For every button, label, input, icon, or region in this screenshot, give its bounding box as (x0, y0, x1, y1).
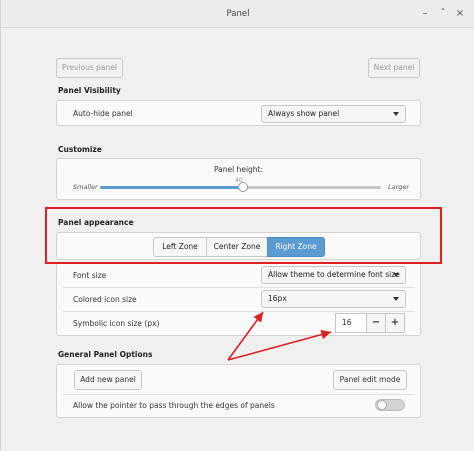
smaller-label: Smaller (73, 183, 98, 191)
toggle-knob (377, 400, 387, 410)
appearance-options-frame: Font size Allow theme to determine font … (56, 262, 421, 336)
colored-icon-size-value: 16px (268, 294, 287, 303)
increment-button[interactable]: + (385, 313, 405, 333)
next-panel-button[interactable]: Next panel (368, 58, 420, 78)
colored-icon-size-label: Colored icon size (73, 295, 137, 304)
panel-height-slider-fill (100, 186, 243, 189)
decrement-button[interactable]: − (366, 313, 386, 333)
autohide-label: Auto-hide panel (73, 109, 133, 118)
pointer-pass-toggle[interactable] (375, 399, 405, 411)
panel-edit-mode-button[interactable]: Panel edit mode (333, 370, 407, 390)
panel-height-label: Panel height: (213, 165, 264, 174)
titlebar: Panel – ˆ × (1, 0, 474, 28)
minimize-icon[interactable]: – (419, 8, 431, 20)
divider (63, 287, 415, 288)
larger-label: Larger (388, 183, 410, 191)
chevron-down-icon (393, 273, 399, 277)
panel-height-slider-handle[interactable] (238, 182, 248, 192)
close-icon[interactable]: × (454, 8, 466, 20)
pointer-pass-label: Allow the pointer to pass through the ed… (73, 401, 275, 410)
divider (63, 394, 415, 395)
autohide-value: Always show panel (268, 109, 340, 118)
annotation-highlight-box (45, 207, 442, 264)
customize-frame: Panel height: Smaller Larger 40 (56, 158, 421, 200)
font-size-value: Allow theme to determine font size (268, 270, 400, 279)
window-title: Panel (226, 9, 250, 19)
visibility-frame: Auto-hide panel Always show panel (56, 100, 421, 126)
chevron-down-icon (393, 112, 399, 116)
symbolic-icon-size-input[interactable]: 16 (335, 313, 367, 333)
customize-section-title: Customize (58, 145, 102, 154)
colored-icon-size-combo[interactable]: 16px (261, 290, 406, 308)
autohide-combo[interactable]: Always show panel (261, 105, 406, 123)
previous-panel-button[interactable]: Previous panel (56, 58, 123, 78)
visibility-section-title: Panel Visibility (58, 86, 121, 95)
arrow-to-symbolic-icon (227, 329, 332, 361)
divider (63, 311, 415, 312)
symbolic-icon-size-label: Symbolic icon size (px) (73, 319, 160, 328)
font-size-label: Font size (73, 271, 107, 280)
add-new-panel-button[interactable]: Add new panel (74, 370, 142, 390)
maximize-icon[interactable]: ˆ (437, 8, 449, 20)
panel-settings-window: Panel – ˆ × Previous panel Next panel Pa… (0, 0, 474, 451)
font-size-combo[interactable]: Allow theme to determine font size (261, 266, 406, 284)
chevron-down-icon (393, 297, 399, 301)
general-frame: Add new panel Panel edit mode Allow the … (56, 364, 421, 418)
general-section-title: General Panel Options (58, 350, 153, 359)
